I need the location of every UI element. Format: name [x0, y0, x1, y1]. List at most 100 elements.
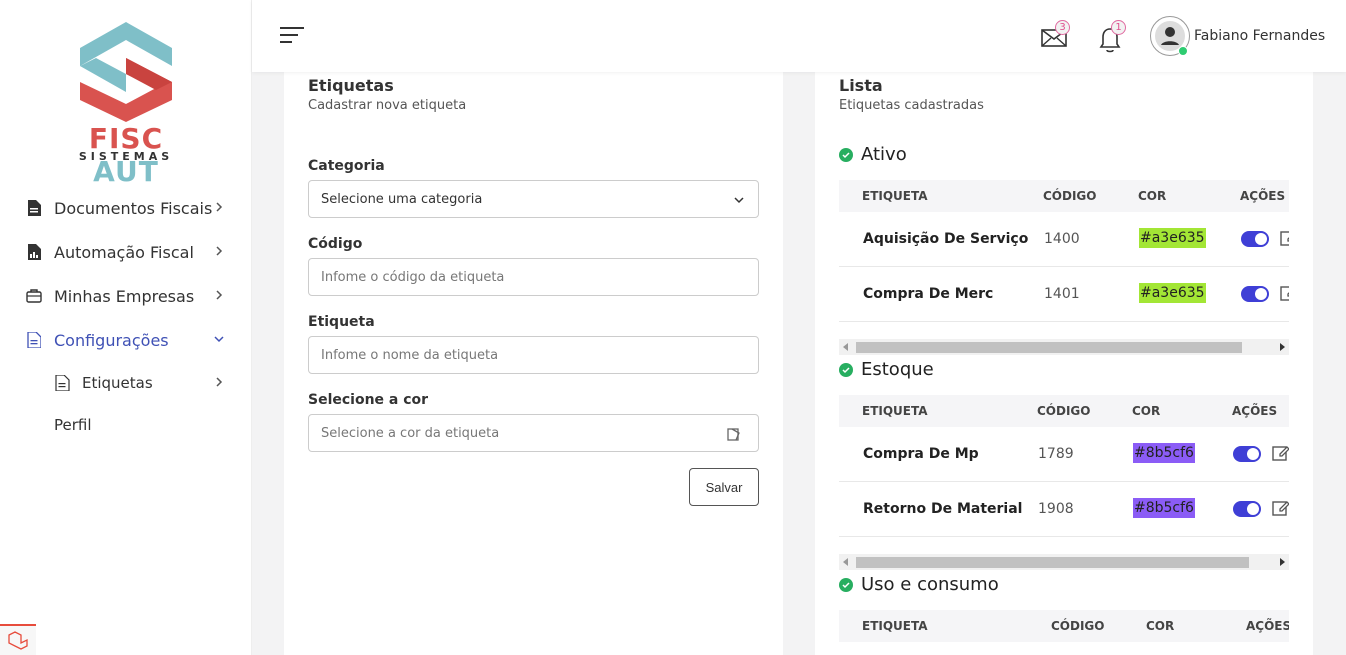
row-color-chip: #a3e635 [1139, 283, 1206, 303]
edit-icon[interactable] [1280, 229, 1289, 247]
col-actions: AÇÕES [1246, 619, 1289, 633]
col-tag: ETIQUETA [862, 189, 928, 203]
brand-tagline: SISTEMAS [78, 150, 174, 163]
chevron-right-icon [216, 246, 223, 256]
chevron-down-icon [214, 336, 224, 343]
category-select-value: Selecione uma categoria [321, 191, 483, 207]
color-input[interactable]: Selecione a cor da etiqueta [308, 414, 759, 452]
active-toggle[interactable] [1233, 446, 1261, 462]
row-color-chip: #8b5cf6 [1133, 498, 1195, 518]
menu-toggle-icon[interactable] [280, 25, 304, 45]
col-code: CÓDIGO [1043, 189, 1097, 203]
scroll-right-icon[interactable] [1280, 343, 1285, 351]
active-toggle[interactable] [1241, 286, 1269, 302]
row-code: 1908 [1038, 501, 1074, 517]
scroll-left-icon[interactable] [843, 343, 848, 351]
list-title: Lista [839, 76, 883, 95]
chevron-right-icon [216, 202, 223, 212]
sidebar-item-minhas-empresas[interactable]: Minhas Empresas [0, 274, 252, 318]
horizontal-scrollbar[interactable] [839, 554, 1289, 570]
edit-icon[interactable] [1272, 444, 1289, 462]
tag-form-card: Etiquetas Cadastrar nova etiqueta Catego… [284, 62, 783, 655]
col-color: COR [1146, 619, 1175, 633]
category-select[interactable]: Selecione uma categoria [308, 180, 759, 218]
sidebar-subitem-label: Perfil [54, 416, 92, 434]
tag-label: Etiqueta [308, 314, 375, 330]
col-tag: ETIQUETA [862, 404, 928, 418]
row-code: 1400 [1044, 231, 1080, 247]
sidebar: FISC AUT SISTEMAS Documentos Fiscais Aut… [0, 0, 252, 655]
col-actions: AÇÕES [1240, 189, 1286, 203]
top-bar: 3 1 Fabiano Fernandes [252, 0, 1346, 72]
code-input-placeholder: Infome o código da etiqueta [321, 269, 505, 285]
tag-list-card: Lista Etiquetas cadastradas Ativo ETIQUE… [815, 62, 1313, 655]
user-name[interactable]: Fabiano Fernandes [1194, 28, 1325, 44]
horizontal-scrollbar[interactable] [839, 339, 1289, 355]
notification-count-badge: 1 [1111, 20, 1126, 35]
table-header: ETIQUETA CÓDIGO COR AÇÕES [839, 395, 1289, 427]
tag-table-estoque: ETIQUETA CÓDIGO COR AÇÕES Compra De Mp 1… [839, 395, 1289, 570]
color-label: Selecione a cor [308, 392, 429, 408]
table-row: Aquisição De Serviço 1400 #a3e635 [839, 212, 1289, 267]
form-title: Etiquetas [308, 76, 394, 95]
edit-icon[interactable] [1280, 284, 1289, 302]
sidebar-item-label: Configurações [54, 330, 169, 350]
col-tag: ETIQUETA [862, 619, 928, 633]
table-row: Compra De Mp 1789 #8b5cf6 [839, 427, 1289, 482]
col-color: COR [1132, 404, 1161, 418]
save-button[interactable]: Salvar [689, 468, 759, 506]
sidebar-item-label: Documentos Fiscais [54, 198, 213, 218]
scroll-right-icon[interactable] [1280, 558, 1285, 566]
scrollbar-thumb[interactable] [856, 557, 1249, 568]
code-input[interactable]: Infome o código da etiqueta [308, 258, 759, 296]
row-color-chip: #8b5cf6 [1133, 443, 1195, 463]
table-row: Retorno De Material 1908 #8b5cf6 [839, 482, 1289, 537]
col-color: COR [1138, 189, 1167, 203]
scrollbar-thumb[interactable] [856, 342, 1242, 353]
group-header-uso-e-consumo: Uso e consumo [839, 574, 999, 595]
sidebar-subitem-perfil[interactable]: Perfil [0, 404, 252, 446]
row-code: 1789 [1038, 446, 1074, 462]
sidebar-item-label: Minhas Empresas [54, 286, 195, 306]
laravel-debug-icon[interactable] [0, 624, 36, 655]
list-subtitle: Etiquetas cadastradas [839, 98, 984, 113]
tag-input[interactable]: Infome o nome da etiqueta [308, 336, 759, 374]
row-tag: Retorno De Material [863, 501, 1023, 517]
row-color-chip: #a3e635 [1139, 228, 1206, 248]
sidebar-item-configuracoes[interactable]: Configurações [0, 318, 252, 362]
brand-logo[interactable]: FISC AUT SISTEMAS [56, 18, 196, 188]
table-header: ETIQUETA CÓDIGO COR AÇÕES [839, 610, 1289, 642]
sidebar-subitem-etiquetas[interactable]: Etiquetas [0, 362, 252, 404]
group-name: Estoque [861, 359, 934, 380]
group-name: Uso e consumo [861, 574, 999, 595]
group-header-ativo: Ativo [839, 144, 907, 165]
chevron-right-icon [216, 377, 223, 387]
file-icon [26, 200, 42, 216]
sidebar-item-label: Automação Fiscal [54, 242, 194, 262]
online-status-dot [1178, 46, 1188, 56]
col-actions: AÇÕES [1232, 404, 1278, 418]
table-row: Compra De Merc 1401 #a3e635 [839, 267, 1289, 322]
mail-count-badge: 3 [1055, 20, 1070, 35]
edit-icon[interactable] [1272, 499, 1289, 517]
col-code: CÓDIGO [1051, 619, 1105, 633]
tag-input-placeholder: Infome o nome da etiqueta [321, 347, 499, 363]
active-toggle[interactable] [1241, 231, 1269, 247]
file-chart-icon [26, 244, 42, 260]
color-picker-icon[interactable] [726, 426, 742, 442]
sidebar-item-documentos-fiscais[interactable]: Documentos Fiscais [0, 186, 252, 230]
tag-table-ativo: ETIQUETA CÓDIGO COR AÇÕES Aquisição De S… [839, 180, 1289, 355]
tag-table-uso-e-consumo: ETIQUETA CÓDIGO COR AÇÕES [839, 610, 1289, 642]
check-circle-icon [839, 577, 853, 592]
sidebar-subitem-label: Etiquetas [82, 374, 153, 392]
group-name: Ativo [861, 144, 907, 165]
col-code: CÓDIGO [1037, 404, 1091, 418]
scroll-left-icon[interactable] [843, 558, 848, 566]
briefcase-icon [26, 288, 42, 304]
sidebar-nav: Documentos Fiscais Automação Fiscal Minh… [0, 186, 252, 446]
row-code: 1401 [1044, 286, 1080, 302]
sidebar-item-automacao-fiscal[interactable]: Automação Fiscal [0, 230, 252, 274]
category-label: Categoria [308, 158, 385, 174]
check-circle-icon [839, 362, 853, 377]
active-toggle[interactable] [1233, 501, 1261, 517]
